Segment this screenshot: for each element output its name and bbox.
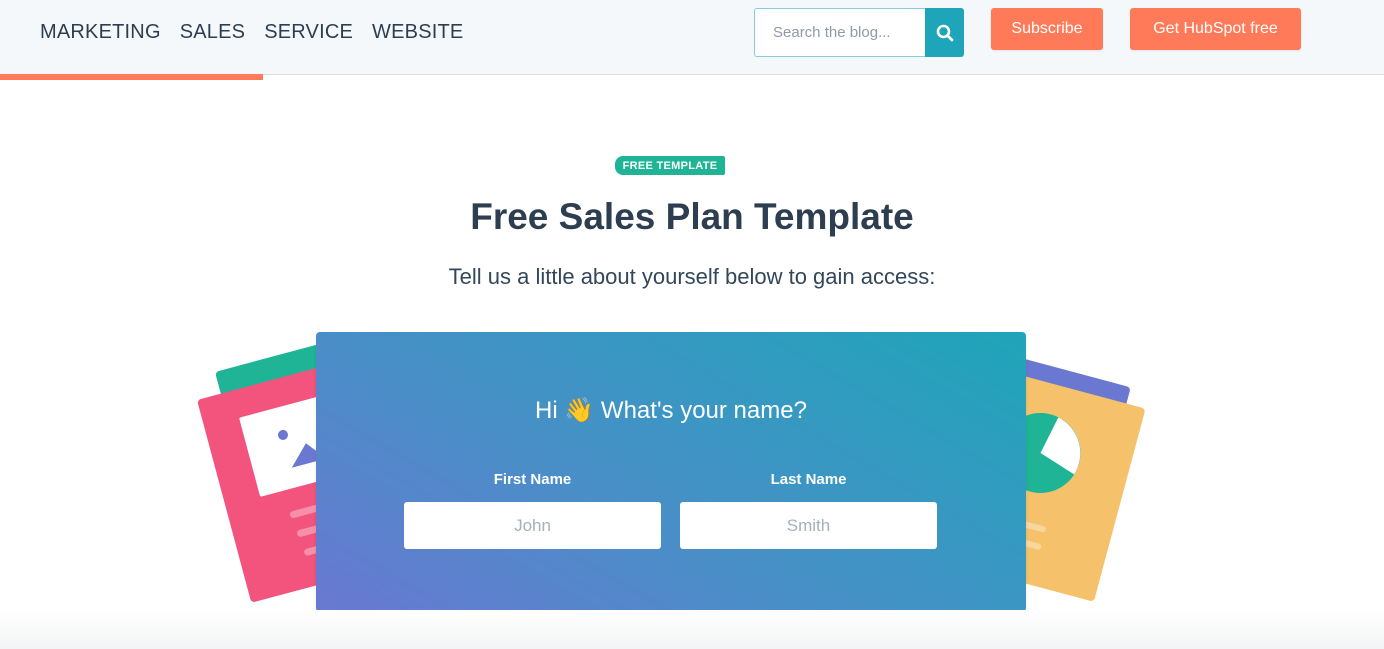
page-subtitle: Tell us a little about yourself below to… <box>448 264 936 289</box>
nav-website[interactable]: WEBSITE <box>372 20 463 44</box>
name-form-panel: Hi 👋 What's your name? First Name Last N… <box>316 332 1026 612</box>
nav-service[interactable]: SERVICE <box>264 20 353 44</box>
section-shadow <box>0 610 1384 649</box>
search-button[interactable] <box>925 8 964 57</box>
first-name-input[interactable] <box>404 502 661 549</box>
nav-marketing[interactable]: MARKETING <box>40 20 161 44</box>
reading-progress-bar <box>0 74 263 80</box>
last-name-input[interactable] <box>680 502 937 549</box>
subscribe-button[interactable]: Subscribe <box>991 8 1103 50</box>
top-header: MARKETING SALES SERVICE WEBSITE Subscrib… <box>0 0 1384 75</box>
free-template-badge: FREE TEMPLATE <box>615 156 725 175</box>
search-icon <box>936 24 953 41</box>
blog-search <box>754 8 964 57</box>
search-input[interactable] <box>754 8 925 57</box>
page-title: Free Sales Plan Template <box>470 196 914 237</box>
nav-sales[interactable]: SALES <box>180 20 245 44</box>
main-nav: MARKETING SALES SERVICE WEBSITE <box>40 20 463 44</box>
last-name-label: Last Name <box>770 471 847 488</box>
get-hubspot-free-button[interactable]: Get HubSpot free <box>1130 8 1301 50</box>
form-greeting: Hi 👋 What's your name? <box>535 397 807 424</box>
first-name-label: First Name <box>493 471 572 488</box>
